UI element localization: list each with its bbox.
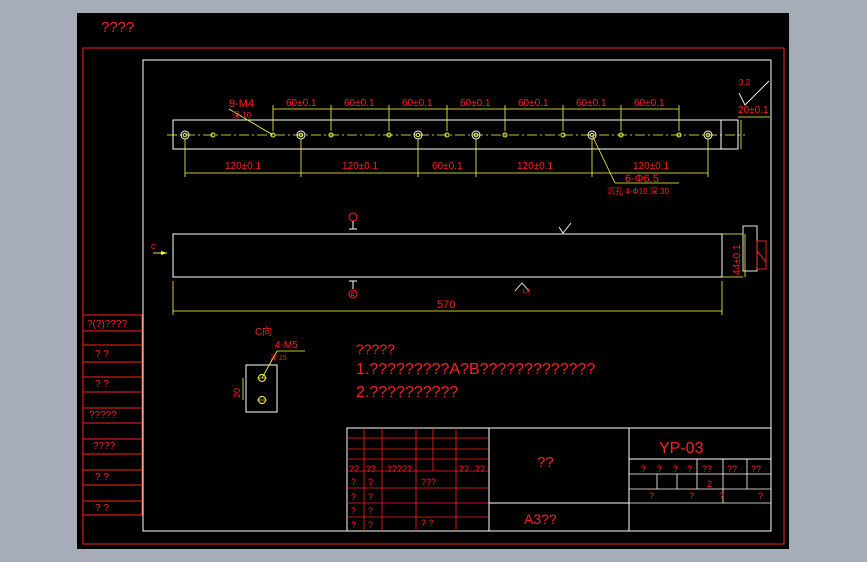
pitch-top-2: 60±0.1 [344, 98, 375, 109]
notes-line-2: 2.?????????? [356, 384, 458, 401]
detail-spacing: 20 [232, 388, 242, 398]
pitch-bottom-5: 120±0.1 [633, 161, 670, 172]
section-mark: C [151, 244, 156, 251]
sign-1-c: ??? [421, 477, 436, 487]
notes-heading: ????? [356, 341, 395, 357]
change-row-3: ????? [387, 464, 412, 474]
drawing-frame [142, 59, 772, 532]
length-dimension: 570 [437, 299, 455, 311]
notes-line-1: 1.?????????A?B????????????? [356, 361, 595, 378]
front-view-outline [172, 233, 723, 278]
title-block: ?? ?? ????? ?? ?? ? ? ??? ? ? ? ? ? ? ? … [346, 427, 772, 532]
stage-h-7: ?? [751, 464, 761, 474]
pitch-top-1: 60±0.1 [286, 98, 317, 109]
pitch-top-5: 60±0.1 [518, 98, 549, 109]
bottom-4: ? [758, 491, 763, 501]
datum-a-label: A [350, 292, 355, 299]
detail-thread-depth: 深 15 [270, 353, 287, 362]
stage-h-4: ? [687, 464, 692, 474]
counterbore-label: 沉孔 4-Φ10 深 30 [607, 187, 670, 196]
detail-title: C向 [255, 325, 272, 338]
stage-h-3: ? [673, 464, 678, 474]
sign-4-b: ? [368, 520, 373, 530]
change-row-5: ?? [475, 464, 485, 474]
sign-3-b: ? [368, 506, 373, 516]
datum-top [348, 212, 358, 230]
stage-h-6: ?? [727, 464, 737, 474]
top-view: 60±0.1 60±0.1 60±0.1 60±0.1 60±0.1 60±0.… [167, 78, 770, 196]
drawing-sheet: ???? ?(?)???? ? ? ? ? ????? ???? ? ? ? ? [77, 13, 789, 549]
sign-4-a: ? [351, 520, 356, 530]
end-width-dimension: 20±0.1 [738, 105, 769, 116]
hole-label: 6-Φ6.5 [625, 173, 659, 185]
pitch-top-4: 60±0.1 [460, 98, 491, 109]
pitch-bottom-1: 120±0.1 [225, 161, 262, 172]
thread-depth: 深 10 [232, 111, 252, 120]
roughness-mark-top [558, 222, 572, 234]
left-label-4: ????? [89, 410, 117, 421]
front-view: 44±0.1 C A 1.6 570 [151, 212, 767, 315]
left-label-2: ? ? [95, 349, 109, 360]
sign-1-b: ? [368, 477, 373, 487]
pitch-bottom-4: 120±0.1 [517, 161, 554, 172]
pitch-top-6: 60±0.1 [576, 98, 607, 109]
change-row-4: ?? [459, 464, 469, 474]
left-label-7: ? ? [95, 503, 109, 514]
change-row-1: ?? [349, 464, 359, 474]
stage-h-2: ? [657, 464, 662, 474]
drawing-number: YP-03 [659, 440, 704, 457]
left-panel: ?(?)???? ? ? ? ? ????? ???? ? ? ? ? [82, 314, 143, 516]
change-row-2: ?? [366, 464, 376, 474]
bottom-2: ? [689, 491, 694, 501]
detail-view: C向 4-M5 深 15 20 [232, 325, 305, 413]
left-label-5: ???? [93, 441, 116, 452]
sign-3-c: ? ? [421, 518, 434, 528]
scale-value: 2 [707, 479, 712, 489]
top-view-outline [172, 119, 739, 150]
roughness-value: 1.6 [522, 289, 531, 295]
detail-thread-label: 4-M5 [275, 340, 298, 351]
sign-1-a: ? [351, 477, 356, 487]
sign-2-b: ? [368, 492, 373, 502]
bottom-3: ? [719, 491, 724, 501]
material: ?? [537, 454, 554, 471]
pitch-top-3: 60±0.1 [402, 98, 433, 109]
pitch-bottom-2: 120±0.1 [342, 161, 379, 172]
stage-h-1: ? [641, 464, 646, 474]
sign-2-a: ? [351, 492, 356, 502]
left-label-3: ? ? [95, 379, 109, 390]
datum-a: A [348, 280, 358, 299]
roughness-top-value: 3.2 [739, 78, 751, 87]
stage-h-5: ?? [702, 464, 712, 474]
cad-drawing: ???? ?(?)???? ? ? ? ? ????? ???? ? ? ? ? [82, 19, 785, 545]
pitch-bottom-3: 60±0.1 [432, 161, 463, 172]
sign-3-a: ? [351, 506, 356, 516]
detail-outline [245, 364, 278, 413]
left-label-6: ? ? [95, 472, 109, 483]
left-label-1: ?(?)???? [87, 319, 127, 330]
header-title: ???? [101, 19, 134, 36]
front-height-dimension: 44±0.1 [732, 244, 743, 275]
thread-label: 9-M4 [229, 98, 254, 110]
paper-size: A3?? [524, 511, 557, 527]
bottom-1: ? [649, 491, 654, 501]
pitch-top-7: 60±0.1 [634, 98, 665, 109]
